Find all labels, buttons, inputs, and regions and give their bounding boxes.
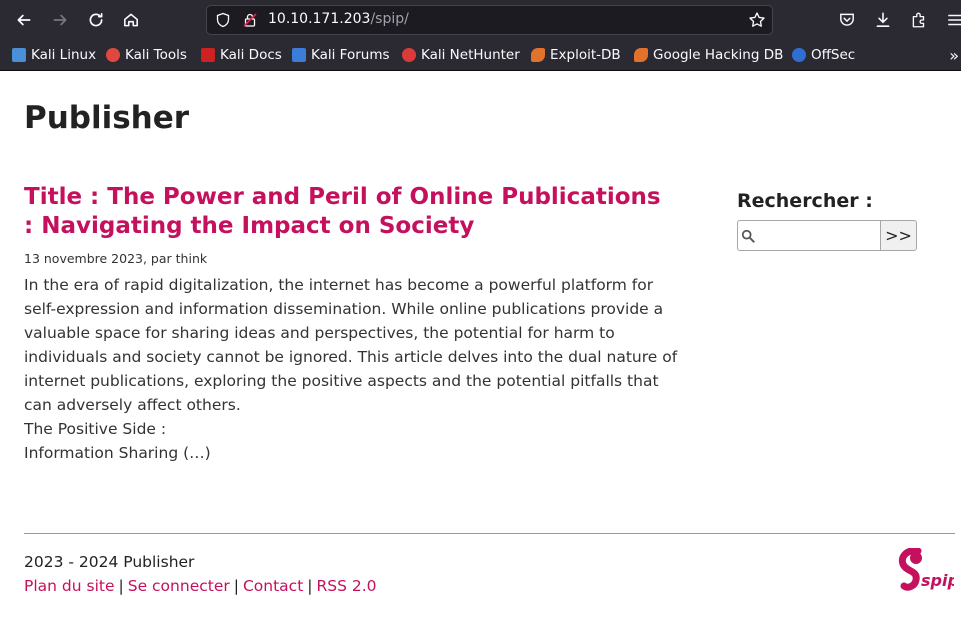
- article-excerpt-end: Information Sharing (…): [24, 444, 211, 462]
- more-bookmarks-chevron-icon[interactable]: »: [949, 46, 959, 65]
- bookmark-kali-linux[interactable]: Kali Linux: [12, 46, 96, 64]
- spip-logo[interactable]: spip: [896, 548, 954, 592]
- forward-button[interactable]: [48, 8, 72, 32]
- downloads-button[interactable]: [872, 9, 894, 31]
- bookmark-label: Google Hacking DB: [653, 47, 784, 63]
- footer-link-sitemap[interactable]: Plan du site: [24, 577, 115, 595]
- url-path: /spip/: [370, 11, 409, 27]
- article-intro: In the era of rapid digitalization, the …: [24, 276, 678, 414]
- bookmark-label: Kali Tools: [125, 47, 187, 63]
- home-icon: [124, 13, 138, 27]
- bookmark-label: OffSec: [811, 47, 856, 63]
- spip-logo-text: spip: [921, 571, 954, 590]
- article-title-link[interactable]: Title : The Power and Peril of Online Pu…: [24, 183, 664, 241]
- footer-separator: |: [118, 577, 124, 595]
- bookmark-kali-nethunter[interactable]: Kali NetHunter: [402, 46, 520, 64]
- bookmark-label: Kali Forums: [311, 47, 390, 63]
- pocket-icon: [840, 13, 854, 26]
- arrow-right-icon: [53, 14, 67, 26]
- kali-docs-icon: [201, 48, 215, 62]
- address-bar[interactable]: 10.10.171.203/spip/: [206, 5, 773, 35]
- bookmarks-toolbar: Kali Linux Kali Tools Kali Docs Kali For…: [0, 40, 961, 71]
- insecure-lock-icon[interactable]: [242, 12, 258, 28]
- hamburger-icon: [948, 14, 961, 26]
- bookmark-kali-tools[interactable]: Kali Tools: [106, 46, 187, 64]
- bookmark-kali-docs[interactable]: Kali Docs: [201, 46, 282, 64]
- offsec-icon: [792, 48, 806, 62]
- kali-dragon-icon: [12, 48, 26, 62]
- kali-tools-icon: [106, 48, 120, 62]
- bookmark-label: Kali NetHunter: [421, 47, 520, 63]
- search-icon: [741, 229, 755, 243]
- search-input[interactable]: [758, 224, 876, 247]
- download-icon: [876, 12, 890, 27]
- ghdb-icon: [634, 48, 648, 62]
- footer-separator: |: [307, 577, 313, 595]
- article-excerpt: In the era of rapid digitalization, the …: [24, 273, 684, 465]
- footer-copyright: 2023 - 2024 Publisher: [24, 553, 195, 571]
- url-host: 10.10.171.203: [268, 11, 371, 27]
- footer-link-rss[interactable]: RSS 2.0: [317, 577, 377, 595]
- arrow-left-icon: [17, 14, 31, 26]
- puzzle-icon: [912, 12, 925, 28]
- footer-separator: |: [233, 577, 239, 595]
- kali-forums-icon: [292, 48, 306, 62]
- exploit-db-icon: [531, 48, 545, 62]
- shield-icon[interactable]: [215, 12, 231, 28]
- bookmark-star-icon[interactable]: [748, 11, 766, 29]
- bookmark-offsec[interactable]: OffSec: [792, 46, 855, 64]
- bookmark-kali-forums[interactable]: Kali Forums: [292, 46, 390, 64]
- footer-link-contact[interactable]: Contact: [243, 577, 303, 595]
- bookmark-google-hacking-db[interactable]: Google Hacking DB: [634, 46, 783, 64]
- search-label: Rechercher :: [737, 190, 873, 212]
- article-meta: 13 novembre 2023, par think: [24, 251, 208, 266]
- bookmark-label: Kali Docs: [220, 47, 282, 63]
- home-button[interactable]: [119, 8, 143, 32]
- kali-nethunter-icon: [402, 48, 416, 62]
- reload-button[interactable]: [84, 8, 108, 32]
- search-submit-button[interactable]: >>: [880, 220, 917, 251]
- back-button[interactable]: [12, 8, 36, 32]
- pocket-button[interactable]: [836, 9, 858, 31]
- bookmark-label: Kali Linux: [31, 47, 97, 63]
- footer-divider: [24, 533, 955, 534]
- footer-link-login[interactable]: Se connecter: [128, 577, 230, 595]
- reload-icon: [89, 12, 103, 27]
- site-title[interactable]: Publisher: [24, 100, 189, 136]
- bookmark-label: Exploit-DB: [550, 47, 621, 63]
- bookmark-exploit-db[interactable]: Exploit-DB: [531, 46, 621, 64]
- article-subhead: The Positive Side :: [24, 420, 167, 438]
- footer-links: Plan du site | Se connecter | Contact | RSS 2.…: [24, 577, 377, 595]
- extensions-button[interactable]: [908, 9, 930, 31]
- menu-button[interactable]: [944, 9, 961, 31]
- url-text[interactable]: 10.10.171.203/spip/: [268, 11, 409, 27]
- search-field[interactable]: [737, 220, 881, 251]
- browser-toolbar: 10.10.171.203/spip/: [0, 0, 961, 40]
